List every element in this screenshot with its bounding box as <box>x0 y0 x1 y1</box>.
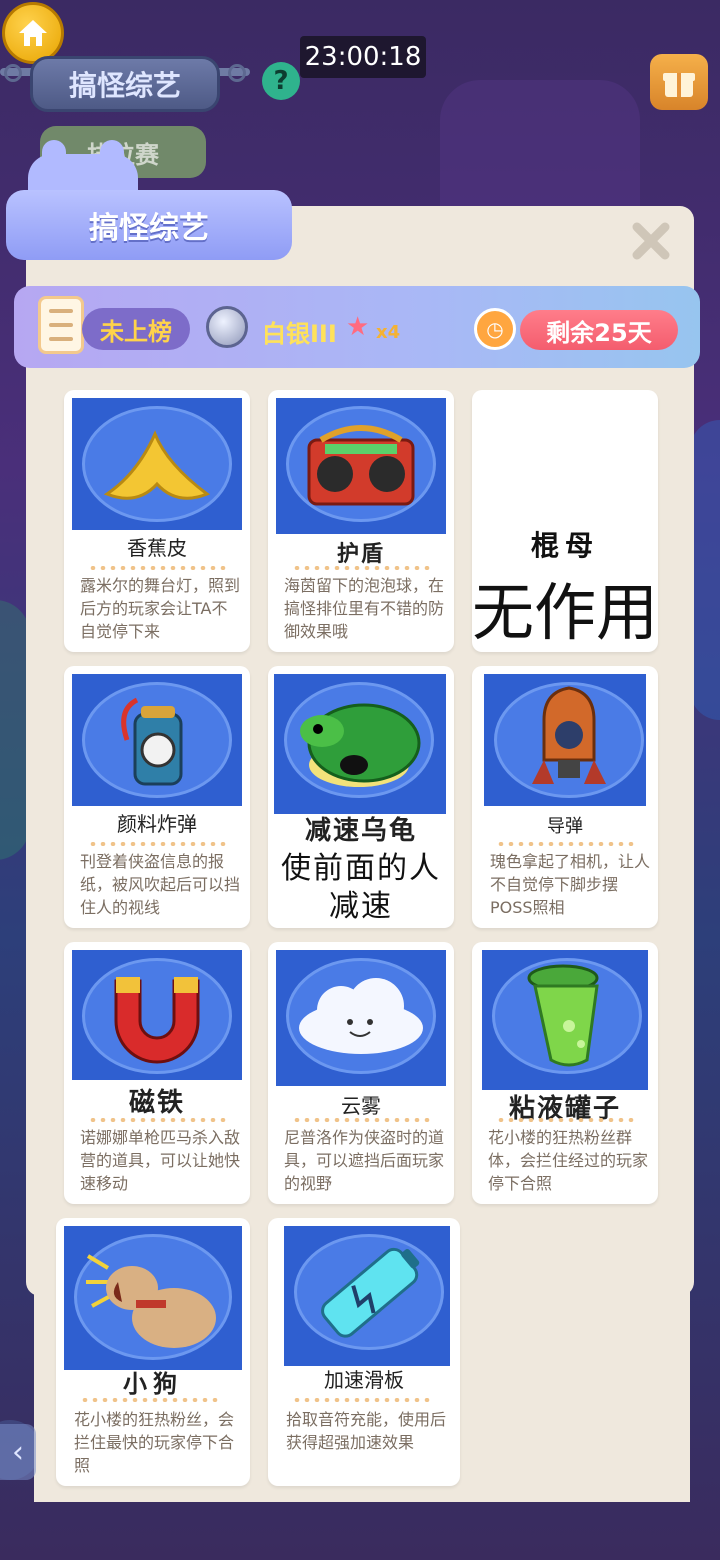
item-name: 减速乌龟 <box>304 816 417 846</box>
background-shape <box>690 420 720 720</box>
item-card-missile[interactable]: 导弹 瑰色拿起了相机，让人不自觉停下脚步摆POSS照相 <box>472 666 658 928</box>
item-name: 导弹 <box>547 816 583 837</box>
banana-peel-icon <box>103 430 211 500</box>
home-button[interactable] <box>2 2 64 64</box>
item-art <box>64 1226 242 1370</box>
tier-label: 白银III <box>262 320 337 348</box>
item-effect-overlay: 使前面的人减速 <box>281 851 441 924</box>
home-icon <box>19 20 47 46</box>
item-card-paint-bomb[interactable]: 颜料炸弹 刊登着侠盗信息的报纸，被风吹起后可以挡住人的视线 <box>64 666 250 928</box>
mode-sign: 搞怪综艺 <box>30 56 220 112</box>
dotted-divider <box>88 842 226 846</box>
boombox-icon <box>307 425 415 506</box>
item-description: 花小楼的狂热粉丝群体，会拦住经过的玩家停下合照 <box>488 1128 649 1193</box>
item-art <box>72 398 242 530</box>
item-description: 尼普洛作为侠盗时的道具，可以遮挡后面玩家的视野 <box>284 1128 445 1193</box>
item-description: 刊登着侠盗信息的报纸，被风吹起后可以挡住人的视线 <box>80 852 241 917</box>
side-arrow-button[interactable]: ‹ <box>0 1424 36 1480</box>
item-description: 花小楼的狂热粉丝，会拦住最快的玩家停下合照 <box>74 1410 235 1475</box>
item-card-slime-jar[interactable]: 粘液罐子 花小楼的狂热粉丝群体，会拦住经过的玩家停下合照 <box>472 942 658 1204</box>
sign-ring <box>228 64 246 82</box>
item-card-speed-board[interactable]: 加速滑板 拾取音符充能，使用后获得超强加速效果 <box>268 1218 460 1486</box>
dotted-divider <box>88 566 226 570</box>
item-art <box>284 1226 450 1366</box>
days-remaining: 剩余25天 <box>520 310 678 350</box>
dotted-divider <box>496 1118 634 1122</box>
slime-jar-icon <box>527 964 599 1067</box>
item-description: 海茵留下的泡泡球，在搞怪排位里有不错的防御效果哦 <box>284 576 445 641</box>
item-name: 颜料炸弹 <box>117 812 197 836</box>
item-effect-overlay: 无作用 <box>472 576 658 649</box>
item-card-cloud[interactable]: 云雾 尼普洛作为侠盗时的道具，可以遮挡后面玩家的视野 <box>268 942 454 1204</box>
magnet-icon <box>114 977 200 1064</box>
item-art <box>274 674 446 814</box>
help-button[interactable]: ? <box>262 62 300 100</box>
item-card-slow-turtle[interactable]: 减速乌龟 使前面的人减速 <box>268 666 454 928</box>
item-description: 瑰色拿起了相机，让人不自觉停下脚步摆POSS照相 <box>490 852 651 917</box>
item-description: 诺娜娜单枪匹马杀入敌营的道具，可以让她快速移动 <box>80 1128 241 1193</box>
item-card-magnet[interactable]: 磁铁 诺娜娜单枪匹马杀入敌营的道具，可以让她快速移动 <box>64 942 250 1204</box>
gift-button[interactable] <box>650 54 708 110</box>
sign-ring <box>4 64 22 82</box>
missile-icon <box>532 686 606 784</box>
paint-bomb-icon <box>121 697 183 786</box>
item-art <box>72 950 242 1080</box>
battery-icon <box>321 1247 420 1338</box>
item-name: 棍母 <box>530 529 599 562</box>
item-name: 磁铁 <box>128 1088 185 1118</box>
item-name: 加速滑板 <box>324 1368 404 1392</box>
gift-icon <box>663 73 695 97</box>
item-card-dog[interactable]: 小狗 花小楼的狂热粉丝，会拦住最快的玩家停下合照 <box>56 1218 250 1486</box>
dotted-divider <box>292 1398 430 1402</box>
dotted-divider <box>292 566 430 570</box>
item-art <box>276 950 446 1086</box>
item-card-shield[interactable]: 护盾 海茵留下的泡泡球，在搞怪排位里有不错的防御效果哦 <box>268 390 454 652</box>
dog-icon <box>86 1254 216 1348</box>
cloud-icon <box>299 978 423 1054</box>
item-card-no-effect[interactable]: 棍母 无作用 <box>472 390 658 652</box>
alarm-clock-icon: ◷ <box>474 308 516 350</box>
leaderboard-icon[interactable] <box>38 296 84 354</box>
clock: 23:00:18 <box>300 36 426 78</box>
rank-status[interactable]: 未上榜 <box>82 308 190 350</box>
item-art <box>484 674 646 806</box>
tier-medal-icon <box>206 306 248 348</box>
dotted-divider <box>292 1118 430 1122</box>
item-name: 云雾 <box>341 1094 381 1118</box>
item-name: 护盾 <box>336 542 385 567</box>
star-icon: ★ <box>346 312 370 342</box>
item-art <box>276 398 446 534</box>
star-count: x4 <box>376 322 401 343</box>
item-description: 拾取音符充能，使用后获得超强加速效果 <box>286 1410 447 1452</box>
dotted-divider <box>496 842 634 846</box>
chevron-left-icon: ‹ <box>12 1434 24 1470</box>
close-icon <box>632 222 670 260</box>
item-art <box>72 674 242 806</box>
item-name: 香蕉皮 <box>127 536 187 560</box>
close-button[interactable] <box>628 218 674 264</box>
item-name: 小狗 <box>123 1370 183 1398</box>
item-card-banana-peel[interactable]: 香蕉皮 露米尔的舞台灯，照到后方的玩家会让TA不自觉停下来 <box>64 390 250 652</box>
item-art <box>482 950 648 1090</box>
green-turtle-shell-icon <box>300 703 421 787</box>
panel-title: 搞怪综艺 <box>6 190 292 260</box>
item-description: 露米尔的舞台灯，照到后方的玩家会让TA不自觉停下来 <box>80 576 241 641</box>
dotted-divider <box>88 1118 226 1122</box>
dotted-divider <box>80 1398 218 1402</box>
